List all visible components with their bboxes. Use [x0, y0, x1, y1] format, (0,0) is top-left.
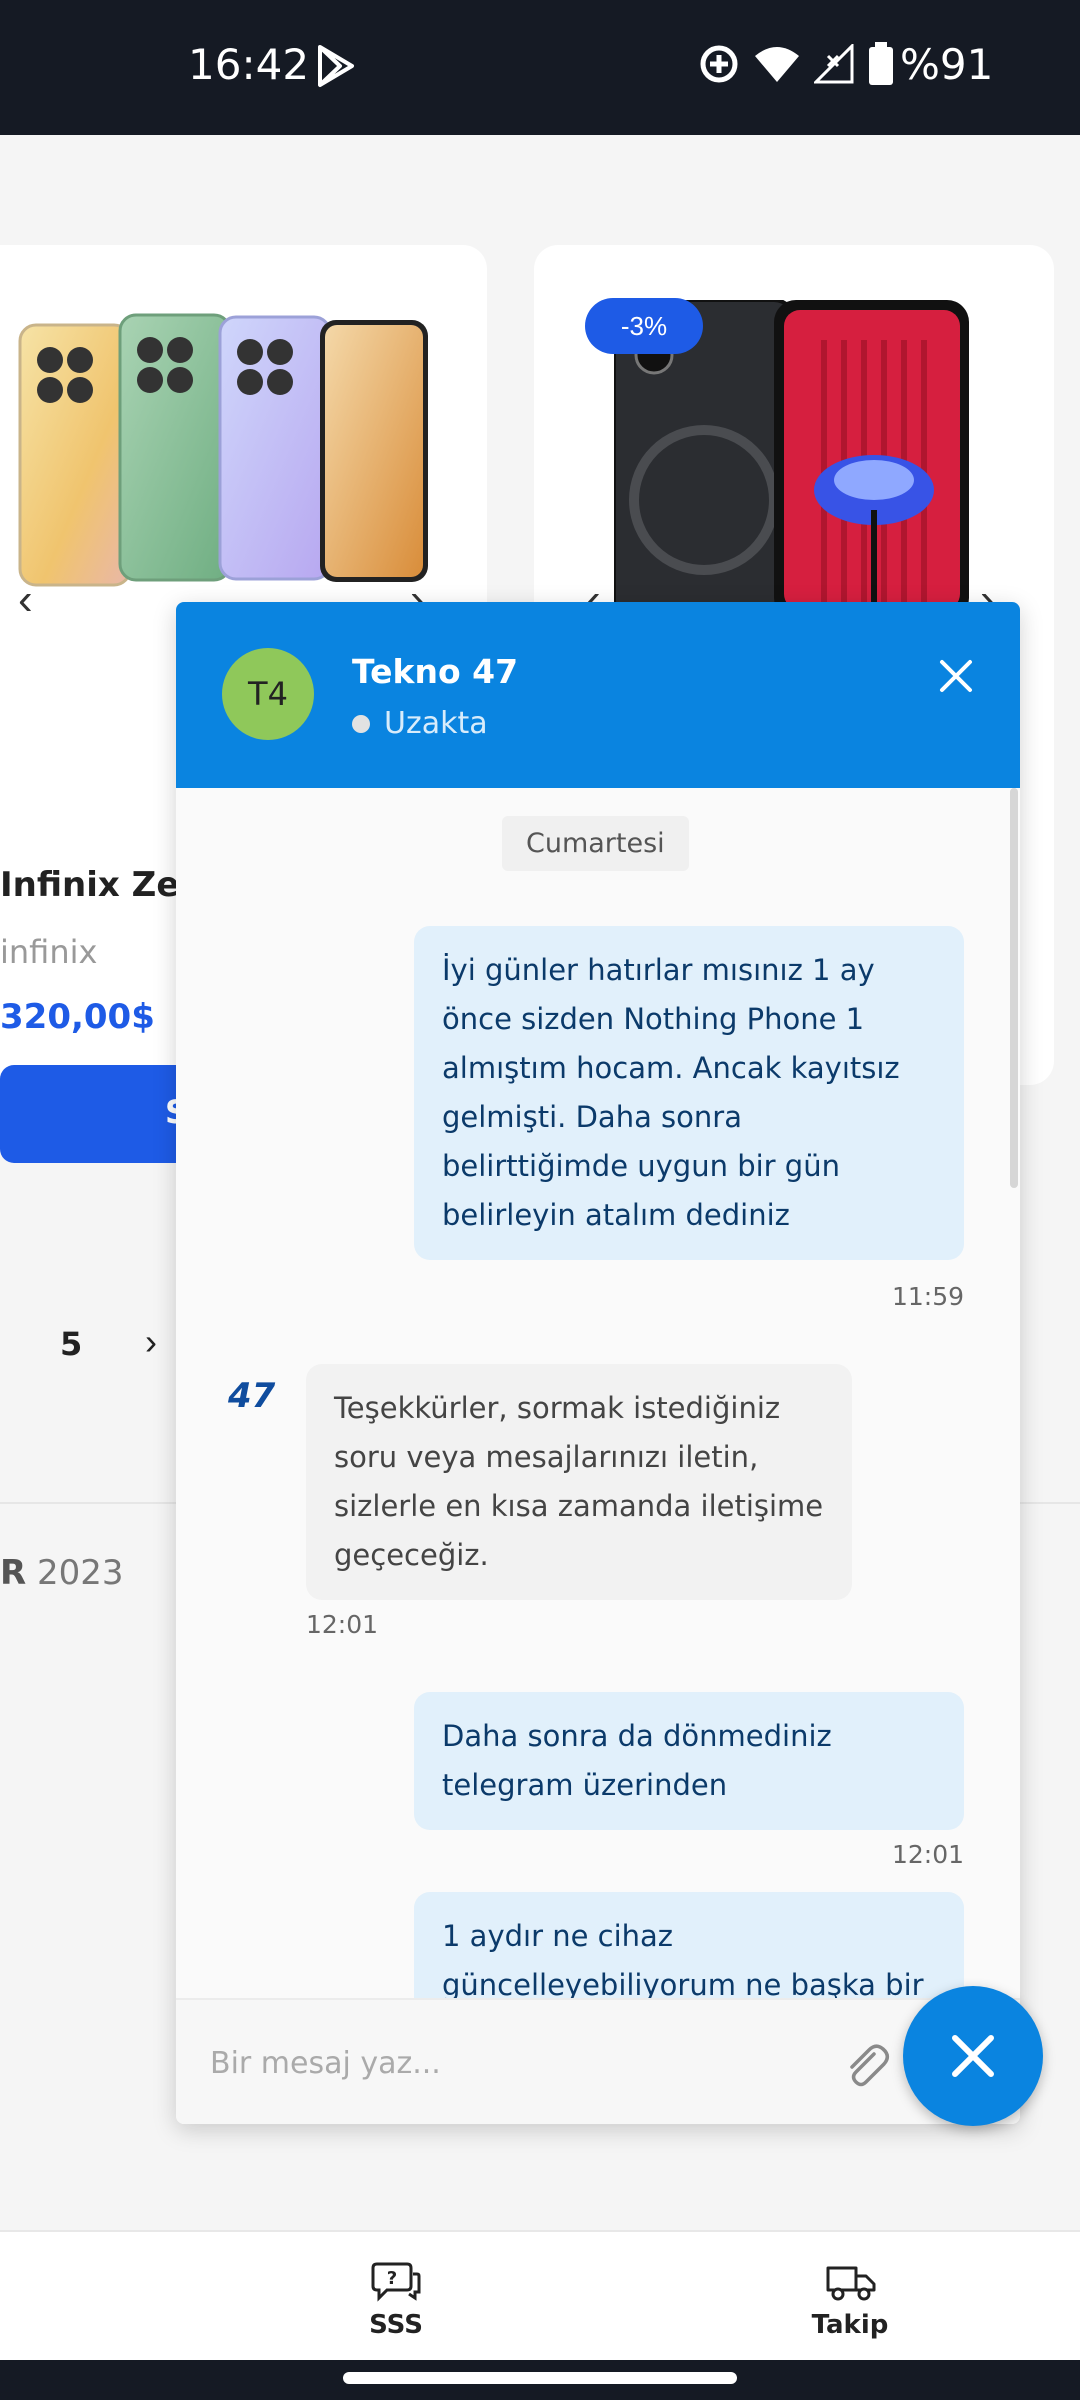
battery-icon — [869, 42, 893, 85]
product-price: 320,00$ — [0, 997, 155, 1037]
close-icon — [952, 2035, 994, 2077]
message-time: 12:01 — [892, 1840, 965, 1869]
chat-header: T4 Tekno 47 Uzakta — [176, 602, 1020, 788]
status-time: 16:42 — [188, 40, 310, 89]
chat-input-bar — [176, 1998, 1020, 2124]
chat-title: Tekno 47 — [352, 652, 519, 691]
footer-copyright: R 2023 — [0, 1553, 124, 1593]
paperclip-icon[interactable] — [840, 2040, 890, 2090]
faq-chat-icon: ? — [371, 2262, 421, 2302]
svg-text:?: ? — [387, 2268, 397, 2289]
chat-toggle-button[interactable] — [903, 1986, 1043, 2126]
message-time: 12:01 — [306, 1610, 379, 1639]
wifi-icon — [755, 47, 799, 82]
bottom-nav: ? SSS Takip — [0, 2230, 1080, 2360]
product-brand: infinix — [0, 933, 98, 971]
chat-status: Uzakta — [352, 706, 488, 741]
system-nav-bar — [0, 2360, 1080, 2400]
status-dot-icon — [352, 714, 370, 733]
copyright-year: 2023 — [26, 1553, 124, 1593]
chat-messages[interactable]: Cumartesi İyi günler hatırlar mısınız 1 … — [176, 788, 1020, 1998]
nav-label: SSS — [369, 2310, 423, 2340]
product-name[interactable]: Infinix Zer — [0, 865, 196, 905]
message-outgoing: İyi günler hatırlar mısınız 1 ay önce si… — [414, 926, 964, 1260]
pagination-next-icon[interactable]: › — [145, 1321, 157, 1363]
nav-item-takip[interactable]: Takip — [810, 2260, 890, 2340]
nav-item-sss[interactable]: ? SSS — [356, 2260, 436, 2340]
truck-icon — [826, 2266, 876, 2301]
message-input[interactable] — [210, 2038, 810, 2088]
message-time: 11:59 — [892, 1282, 965, 1311]
status-bar: 16:42 %91 — [0, 0, 1080, 135]
prev-arrow-icon[interactable]: ‹ — [18, 575, 33, 625]
copyright-brand: R — [0, 1553, 27, 1593]
discount-badge: -3% — [585, 298, 703, 354]
message-incoming: Teşekkürler, sormak istediğiniz soru vey… — [306, 1364, 852, 1600]
chat-widget: T4 Tekno 47 Uzakta Cumartesi İyi günler … — [176, 602, 1020, 2124]
day-separator: Cumartesi — [502, 816, 689, 871]
status-text: Uzakta — [384, 706, 488, 741]
message-outgoing: 1 aydır ne cihaz güncelleyebiliyorum ne … — [414, 1892, 964, 1998]
scrollbar[interactable] — [1010, 788, 1018, 1188]
data-saver-icon — [700, 45, 738, 83]
product-image — [18, 313, 428, 587]
battery-percent: %91 — [900, 40, 994, 89]
nav-label: Takip — [811, 2310, 889, 2340]
close-icon[interactable] — [936, 656, 976, 696]
play-store-icon — [316, 44, 356, 93]
bot-logo: 47 — [228, 1376, 276, 1416]
status-icons — [698, 42, 894, 86]
home-gesture-handle[interactable] — [343, 2372, 737, 2384]
pagination-page[interactable]: 5 — [60, 1325, 82, 1363]
message-outgoing: Daha sonra da dönmediniz telegram üzerin… — [414, 1692, 964, 1830]
avatar: T4 — [222, 648, 314, 740]
signal-icon — [814, 44, 854, 84]
